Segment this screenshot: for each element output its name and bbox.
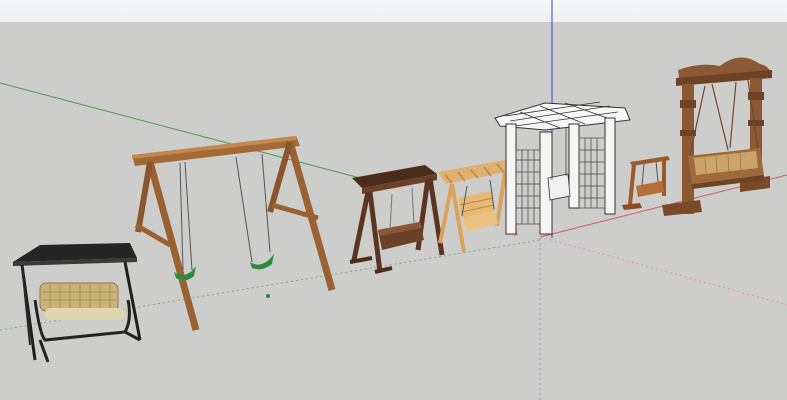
light-wood-frame-swing[interactable]	[438, 160, 518, 253]
sketchup-viewport[interactable]	[0, 0, 787, 400]
pillar	[568, 123, 580, 209]
cushion-seat	[45, 308, 125, 320]
pillar	[604, 117, 616, 215]
canopy-patio-swing[interactable]	[13, 243, 142, 363]
seat	[636, 181, 664, 197]
red-axis-dotted	[539, 236, 787, 306]
axes	[0, 0, 787, 400]
hanging-bench	[547, 173, 571, 201]
cushion-back	[40, 283, 118, 311]
pillar	[505, 123, 517, 235]
a-frame-swing-set[interactable]	[132, 136, 336, 331]
scene-canvas[interactable]	[0, 0, 787, 400]
dark-wood-bench-swing[interactable]	[349, 165, 445, 274]
small-wooden-swing[interactable]	[622, 156, 670, 210]
white-pergola-swing[interactable]	[494, 101, 631, 235]
swing-seat-green	[250, 254, 274, 270]
